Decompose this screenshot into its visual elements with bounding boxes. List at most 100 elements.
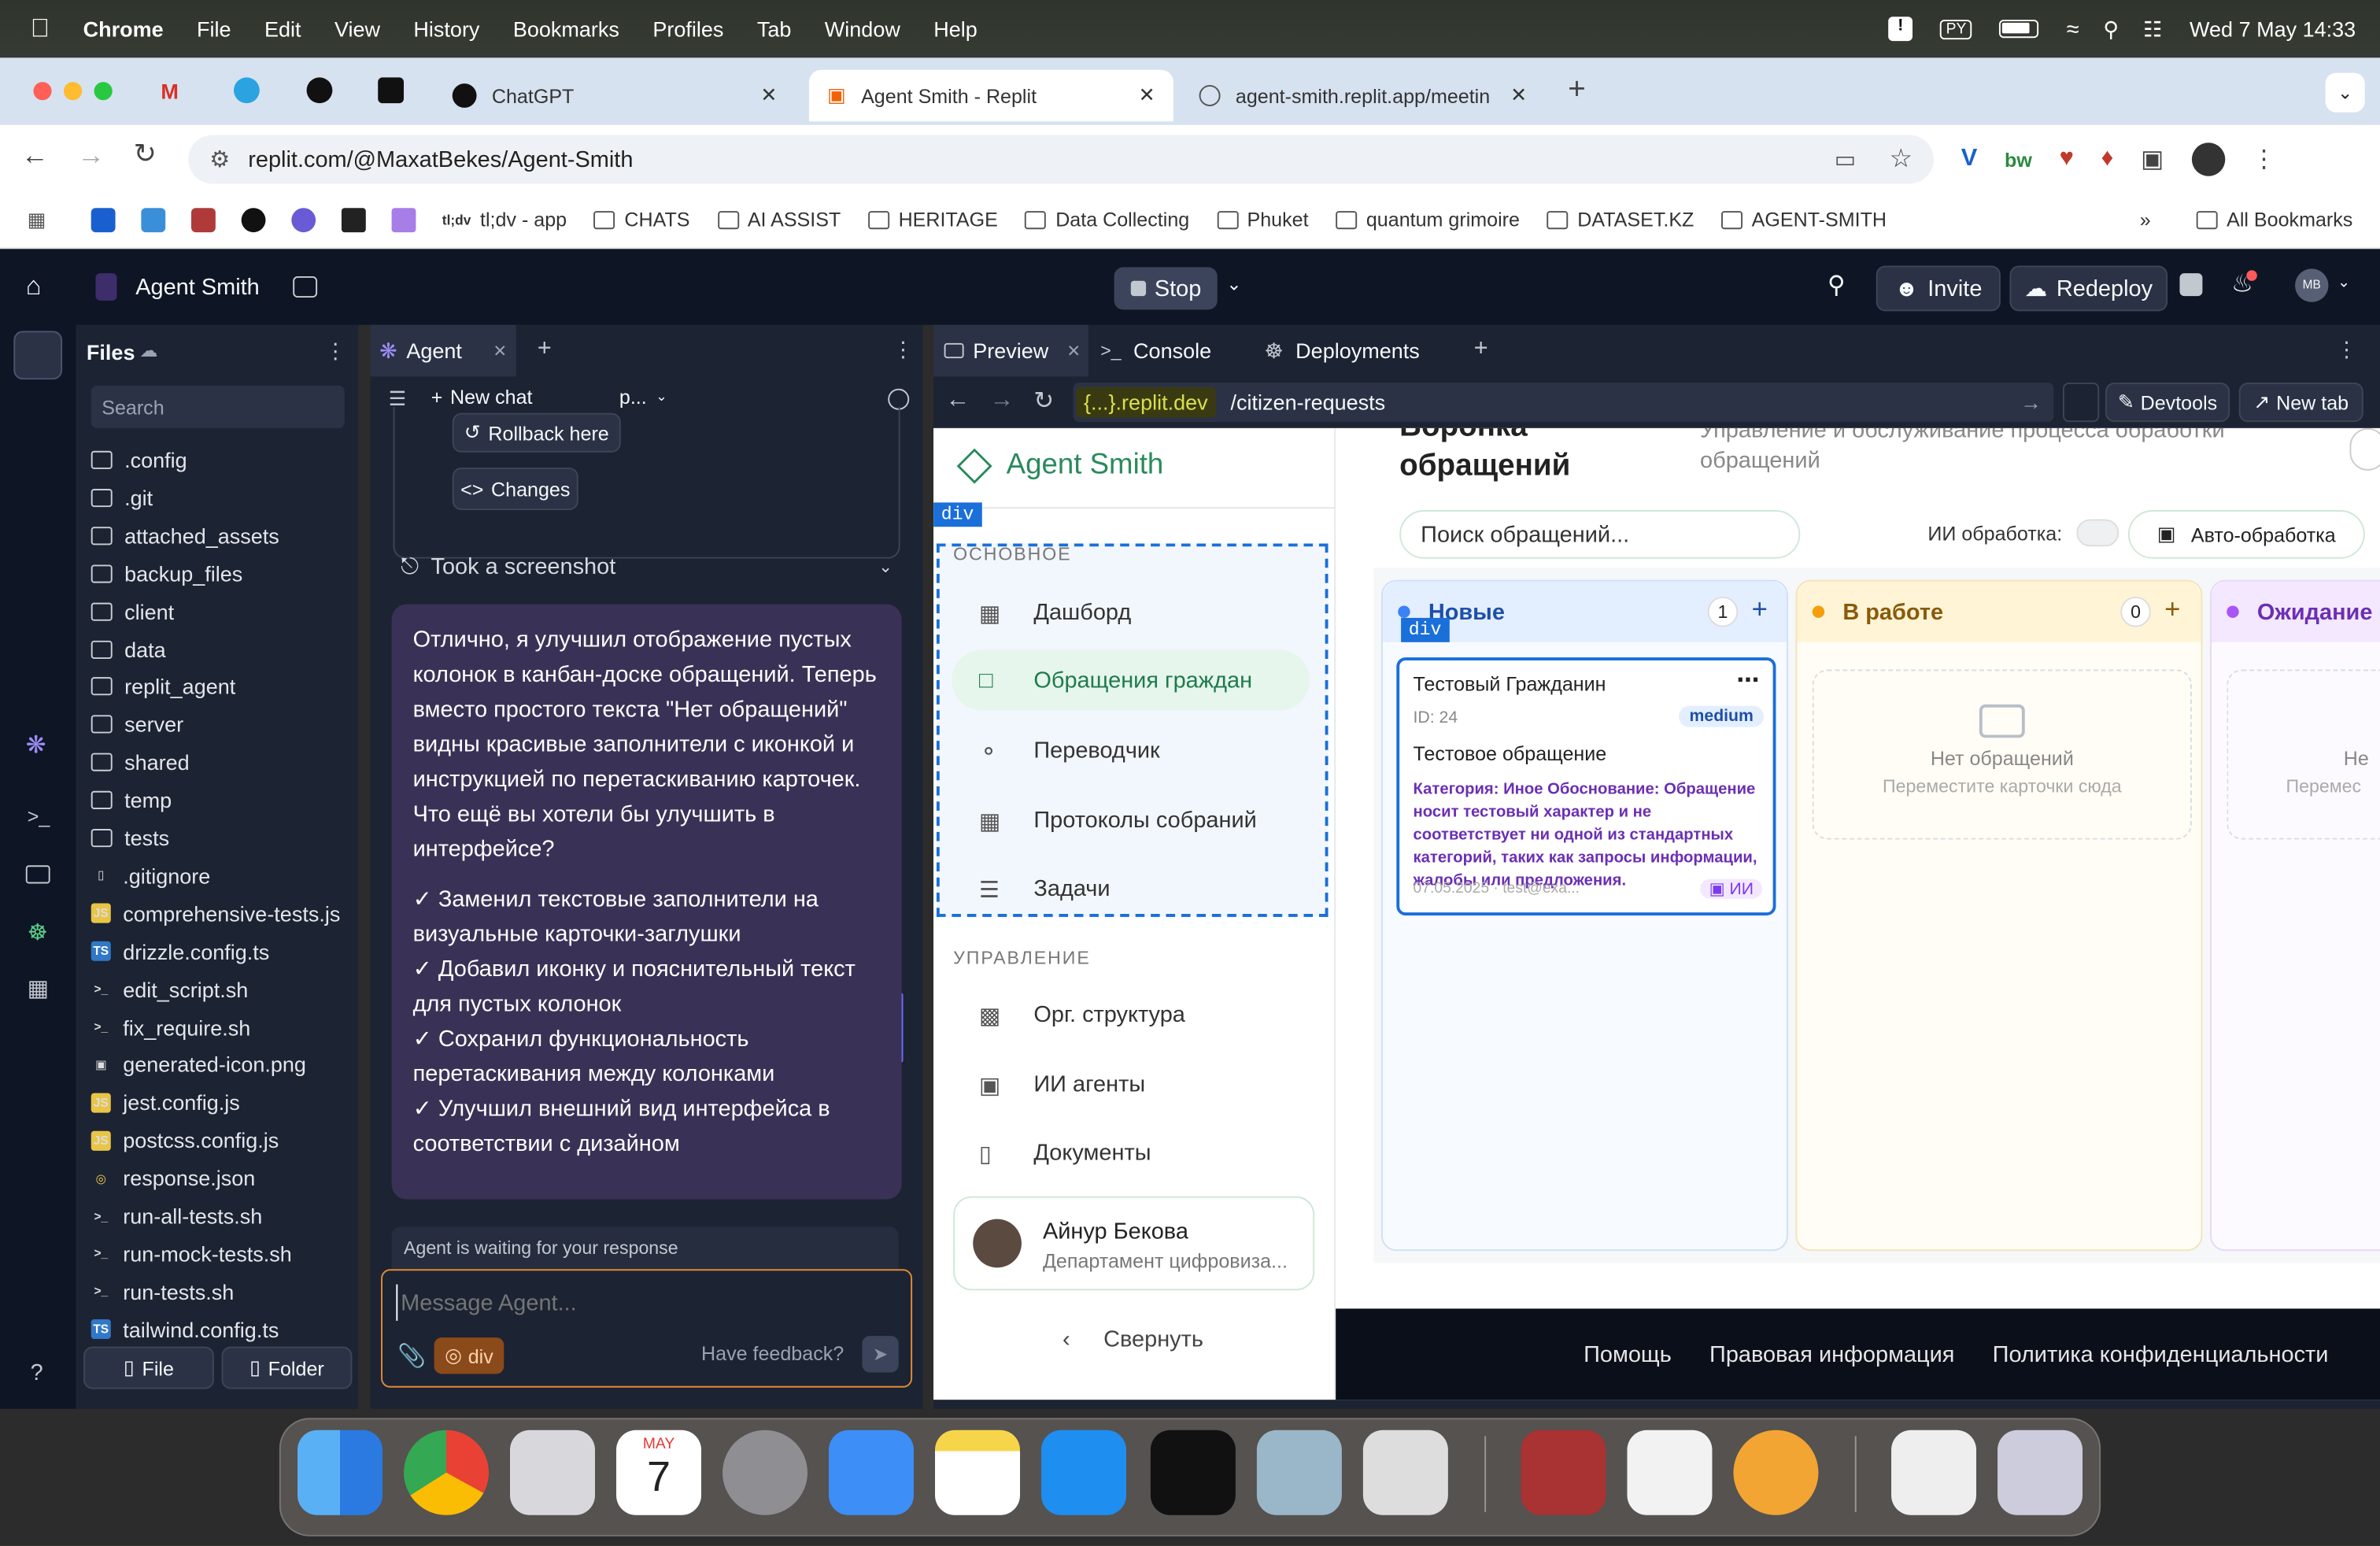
card-menu-icon[interactable]: ⋯ [1736,667,1759,694]
preview-app-icon[interactable] [1256,1429,1342,1515]
close-tab-icon[interactable]: ✕ [760,83,777,108]
preview-forward-icon[interactable]: → [989,387,1014,415]
menu-window[interactable]: Window [825,17,900,41]
new-tab-button[interactable]: ↗ New tab [2238,383,2363,423]
bookmark-folder-agent-smith[interactable]: AGENT-SMITH [1721,208,1887,231]
ai-processing-toggle[interactable] [2076,519,2119,547]
clock[interactable]: Wed 7 May 14:33 [2190,17,2356,41]
collapse-sidebar-button[interactable]: ‹ Свернуть [1062,1327,1203,1353]
openai-tab-icon[interactable] [306,77,333,104]
menu-file[interactable]: File [197,17,231,41]
chevron-down-icon[interactable]: ⌄ [878,557,893,576]
window-zoom-button[interactable] [94,82,113,101]
alert-icon[interactable]: ! [1888,17,1913,42]
mail-icon[interactable] [829,1429,915,1515]
trello-tab-icon[interactable] [378,77,405,104]
apple-icon[interactable]:  [31,13,50,44]
tab-chatgpt[interactable]: ChatGPT ✕ [434,70,796,122]
footer-help-link[interactable]: Помощь [1584,1341,1672,1367]
bookmark-star-icon[interactable]: ☆ [1890,144,1913,175]
menu-edit[interactable]: Edit [264,17,301,41]
site-info-icon[interactable]: ⚙ [209,146,230,173]
tab-preview[interactable]: Preview ✕ [933,324,1088,377]
install-app-icon[interactable]: ▭ [1835,146,1856,173]
battery-icon[interactable] [1999,20,2039,39]
add-card-plus-icon[interactable]: + [2164,594,2180,626]
feedback-link[interactable]: Have feedback? [701,1342,844,1365]
file-tree-item[interactable]: JS comprehensive-tests.js [91,897,340,930]
bookmark-folder-ai-assist[interactable]: AI ASSIST [717,208,841,231]
avatar-chevron-icon[interactable]: ⌄ [2338,275,2350,291]
extensions-puzzle-icon[interactable]: ▣ [2141,144,2164,175]
window-minimize-button[interactable] [64,82,83,101]
bookmark-favicon-5[interactable] [291,207,316,232]
finder-icon[interactable] [298,1429,383,1515]
message-input[interactable] [396,1284,882,1321]
forward-icon[interactable]: → [77,139,105,172]
screenshot-step[interactable]: ⎋ Took a screenshot ⌄ [401,549,893,583]
stop-button[interactable]: Stop [1114,267,1218,310]
menu-view[interactable]: View [334,17,380,41]
caramba-icon[interactable] [1733,1429,1819,1515]
notes-icon[interactable] [935,1429,1021,1515]
tab-agent[interactable]: ❋ Agent ✕ [370,324,516,377]
bookmark-folder-chats[interactable]: CHATS [593,208,690,231]
send-button[interactable]: ➤ [862,1336,899,1373]
menu-help[interactable]: Help [933,17,978,41]
menu-bookmarks[interactable]: Bookmarks [513,17,619,41]
devtools-button[interactable]: ✎ Devtools [2105,383,2230,423]
launchpad-icon[interactable] [510,1429,596,1515]
bookmark-favicon-6[interactable] [342,207,367,232]
file-tree-item[interactable]: client [91,594,174,627]
footer-legal-link[interactable]: Правовая информация [1709,1341,1954,1367]
element-selector-chip[interactable]: ◎ div [434,1337,504,1374]
file-tree-item[interactable]: ◎ response.json [91,1162,256,1195]
file-tree-item[interactable]: >_ fix_require.sh [91,1010,250,1043]
apps-grid-icon[interactable]: ▦ [28,207,46,231]
new-folder-button[interactable]: ▯ Folder [221,1346,353,1389]
dictionary-icon[interactable] [1521,1429,1606,1515]
menu-profiles[interactable]: Profiles [652,17,723,41]
file-tree-item[interactable]: backup_files [91,557,242,590]
address-bar[interactable]: ⚙ replit.com/@MaxatBekes/Agent-Smith ▭ ☆ [188,135,1935,184]
close-tab-icon[interactable]: ✕ [1510,83,1527,108]
nav-meeting-minutes[interactable]: ▦ Протоколы собраний [952,790,1310,850]
url-text[interactable]: replit.com/@MaxatBekes/Agent-Smith [248,146,633,172]
footer-privacy-link[interactable]: Политика конфиденциальности [1993,1341,2329,1367]
panel-menu-icon[interactable]: ⋮ [2336,337,2357,363]
nav-documents[interactable]: ▯ Документы [952,1122,1310,1182]
extension-notification-icon[interactable]: ♥ [2060,146,2074,173]
system-settings-icon[interactable] [722,1429,808,1515]
bookmark-favicon-1[interactable] [91,207,116,232]
file-tree-item[interactable]: >_ run-mock-tests.sh [91,1237,291,1270]
iphone-mirroring-icon[interactable] [1362,1429,1448,1515]
reload-icon[interactable]: ↻ [134,139,157,171]
menu-app-name[interactable]: Chrome [83,17,164,41]
file-tree-item[interactable]: ▣ generated-icon.png [91,1048,306,1081]
file-tree-item[interactable]: ▯ .gitignore [91,859,210,892]
close-tab-icon[interactable]: ✕ [1139,83,1155,108]
preview-reload-icon[interactable]: ↻ [1033,386,1054,416]
bookmark-favicon-2[interactable] [141,207,166,232]
request-search-input[interactable]: Поиск обращений... [1399,510,1801,559]
more-bookmarks-icon[interactable]: » [2140,208,2151,231]
file-tree-item[interactable]: data [91,632,166,665]
extension-red-icon[interactable]: ♦ [2101,146,2114,173]
bookmark-favicon-4[interactable] [242,207,267,232]
app-logo[interactable]: Agent Smith [956,448,1163,484]
search-icon[interactable]: ⚲ [1828,270,1846,301]
preview-url-bar[interactable]: {...}.replit.dev /citizen-requests → [1073,383,2054,423]
file-tree-item[interactable]: attached_assets [91,519,279,552]
all-bookmarks-folder[interactable]: All Bookmarks [2196,208,2352,231]
request-card[interactable]: Тестовый Гражданин ⋯ ID: 24 medium Тесто… [1396,657,1776,915]
file-tree-item[interactable]: shared [91,745,190,779]
new-tab-plus-icon[interactable]: + [1568,73,1586,108]
new-file-button[interactable]: ▯ File [83,1346,214,1389]
bookmark-favicon-3[interactable] [191,207,216,232]
nav-citizen-requests[interactable]: □ Обращения граждан [952,649,1310,711]
files-menu-icon[interactable]: ⋮ [325,338,346,364]
file-tree-item[interactable]: tests [91,821,169,854]
rollback-button[interactable]: ↺ Rollback here [452,412,621,453]
all-tools-icon[interactable]: ▦ [28,975,49,1002]
invite-button[interactable]: ☻ Invite [1876,265,2001,312]
